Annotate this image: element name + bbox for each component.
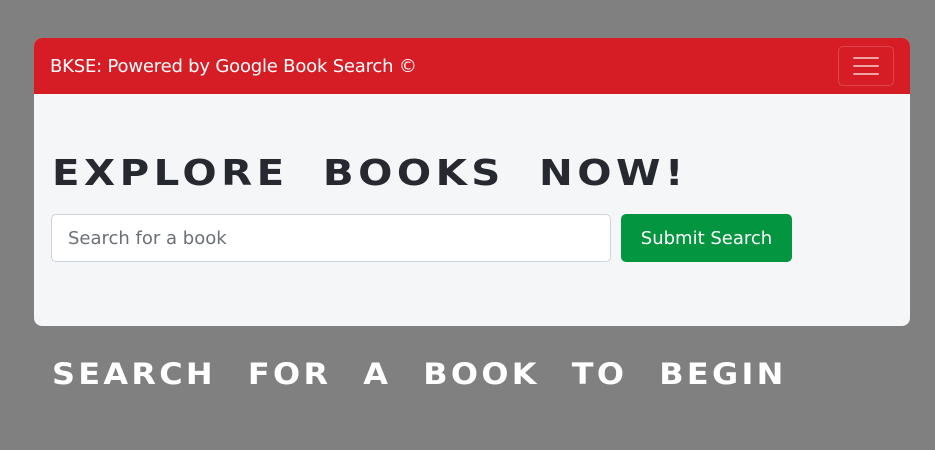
submit-search-button[interactable]: Submit Search (621, 214, 792, 262)
navbar: BKSE: Powered by Google Book Search © (34, 38, 910, 94)
search-form: Submit Search (51, 214, 792, 262)
search-card: BKSE: Powered by Google Book Search © EX… (34, 38, 910, 326)
hamburger-menu-icon-bar (853, 73, 879, 75)
hamburger-menu-icon-bar (853, 57, 879, 59)
navbar-toggler-button[interactable] (838, 46, 894, 86)
search-input[interactable] (51, 214, 611, 262)
hero-title: EXPLORE BOOKS NOW! (52, 153, 688, 194)
empty-results-message: SEARCH FOR A BOOK TO BEGIN (52, 357, 787, 391)
navbar-brand[interactable]: BKSE: Powered by Google Book Search © (50, 56, 417, 77)
hamburger-menu-icon-bar (853, 65, 879, 67)
